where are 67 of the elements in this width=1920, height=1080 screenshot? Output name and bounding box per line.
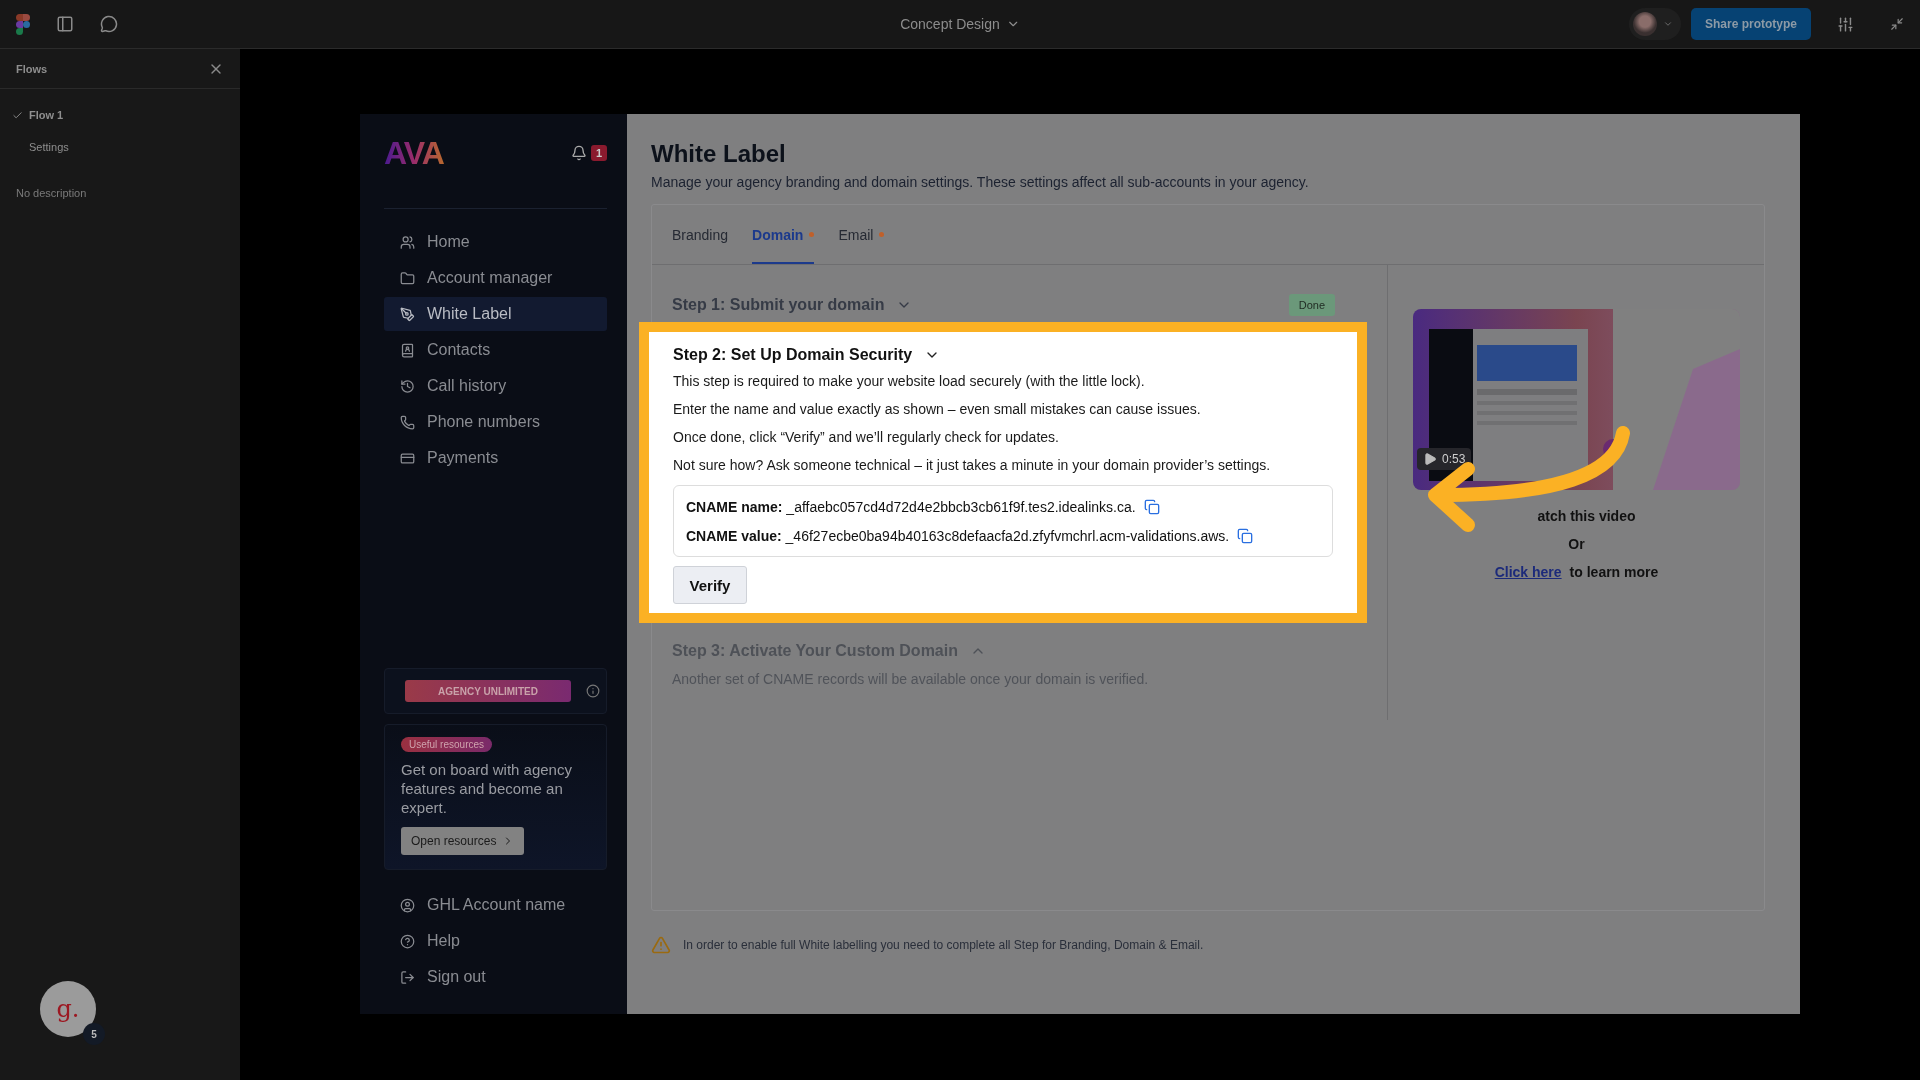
or-text: Or — [1568, 536, 1585, 552]
users-icon — [400, 234, 415, 250]
resources-text: Get on board with agency features and become an expert. — [401, 760, 573, 817]
duration-text: 0:53 — [1442, 452, 1466, 466]
settings-icon[interactable] — [1837, 15, 1854, 33]
flow-item[interactable]: Settings — [0, 131, 240, 163]
sidebar-toggle-icon[interactable] — [56, 15, 74, 33]
warning-text: In order to enable full White labelling you need to complete all Step for Branding, Domain & Email. — [683, 938, 1204, 952]
comment-icon[interactable] — [100, 15, 118, 33]
history-icon — [400, 378, 415, 394]
copy-icon[interactable] — [1143, 498, 1160, 515]
check-icon — [12, 109, 23, 121]
nav-item[interactable]: Call history — [384, 369, 607, 403]
record-text: CNAME value: _46f27ecbe0ba94b40163c8defaacfa2d.zfyfvmchrl.acm-validations.aws. — [686, 527, 1230, 544]
nav-item[interactable]: Account manager — [384, 261, 607, 295]
play-icon[interactable] — [1423, 452, 1437, 466]
panel-title: Flows — [16, 62, 48, 75]
link-suffix: to learn more — [1569, 564, 1659, 580]
warning-icon — [651, 935, 671, 955]
user-icon — [400, 897, 415, 913]
copy-icon[interactable] — [1237, 527, 1254, 544]
app-logo-icon[interactable] — [16, 13, 30, 35]
resources-tag: Useful resources — [401, 737, 493, 752]
verify-button[interactable]: Verify — [673, 566, 747, 604]
minimize-icon[interactable] — [1890, 17, 1904, 31]
open-resources-button[interactable]: Open resources — [401, 827, 525, 855]
flow-description: No description — [15, 186, 88, 201]
nav-item[interactable]: Sign out — [384, 960, 607, 994]
tab[interactable]: Branding — [672, 205, 729, 264]
share-button[interactable]: Share prototype — [1691, 8, 1811, 40]
notification-badge: 1 — [590, 145, 607, 161]
step-text: Once done, click “Verify” and we’ll regularly check for updates. — [673, 428, 1060, 447]
step-text: Not sure how? Ask someone technical – it just takes a minute in your domain provider’s settings. — [673, 456, 1272, 475]
avatar — [1633, 12, 1657, 36]
nav-item[interactable]: White Label — [384, 297, 607, 331]
count-badge: 5 — [83, 1023, 105, 1045]
contact-book-icon — [400, 342, 415, 358]
page-title: White Label — [651, 140, 787, 168]
plan-badge: AGENCY UNLIMITED — [405, 680, 571, 702]
learn-more-link[interactable]: Click here — [1494, 564, 1562, 580]
bell-icon[interactable] — [570, 145, 587, 161]
nav-item[interactable]: Contacts — [384, 333, 607, 367]
video-caption: atch this video — [1536, 508, 1636, 524]
folder-icon — [400, 270, 415, 286]
info-icon[interactable] — [586, 684, 600, 698]
nav-item[interactable]: Phone numbers — [384, 405, 607, 439]
help-icon — [400, 933, 415, 949]
step-text: This step is required to make your website load securely (with the little lock). — [673, 372, 1146, 391]
page-subtitle: Manage your agency branding and domain settings. These settings affect all sub-accounts in your agency. — [651, 174, 1310, 190]
chevron-down-icon — [1663, 19, 1673, 29]
card-icon — [400, 450, 415, 466]
status-badge: Done — [1288, 294, 1335, 316]
video-duration[interactable]: 0:53 — [1417, 448, 1472, 470]
nav-item[interactable]: GHL Account name — [384, 888, 607, 922]
phone-icon — [400, 414, 415, 430]
logout-icon — [400, 969, 415, 985]
tab[interactable]: Email — [838, 205, 885, 264]
nav-item[interactable]: Payments — [384, 441, 607, 475]
record-text: CNAME name: _affaebc057cd4d72d4e2bbcb3cb61f9f.tes2.idealinks.ca. — [686, 498, 1136, 515]
file-title[interactable]: Concept Design — [894, 15, 1026, 33]
nav-item[interactable]: Help — [384, 924, 607, 958]
nav-item[interactable]: Home — [384, 225, 607, 259]
user-menu[interactable] — [1629, 8, 1681, 40]
pen-icon — [400, 306, 415, 322]
flow-item[interactable]: Flow 1 — [0, 99, 240, 131]
step-title[interactable]: Step 2: Set Up Domain Security — [673, 346, 913, 364]
step-text: Enter the name and value exactly as shown – even small mistakes can cause issues. — [673, 400, 1202, 419]
